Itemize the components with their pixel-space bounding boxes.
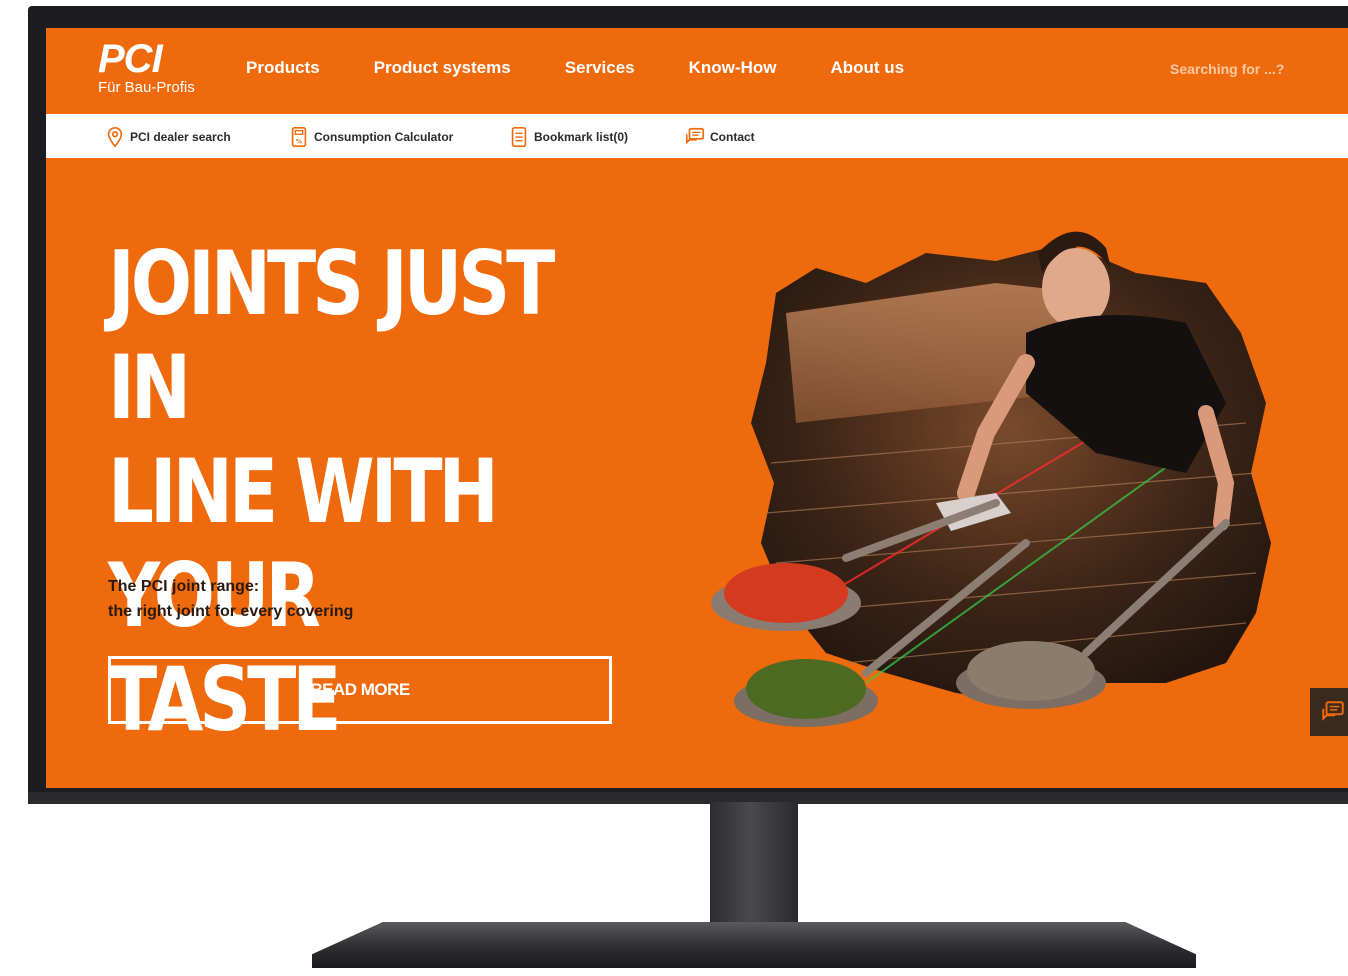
logo-tagline: Für Bau-Profis [98, 79, 195, 96]
main-nav: Products Product systems Services Know-H… [246, 58, 958, 78]
search-input[interactable] [1168, 60, 1348, 78]
contact-link[interactable]: Contact [684, 126, 755, 148]
hero-photo [711, 231, 1271, 727]
calculator-icon: % [291, 127, 307, 147]
hero-subtitle-line-2: the right joint for every covering [108, 603, 354, 620]
hero-subtitle: The PCI joint range: the right joint for… [108, 574, 353, 624]
nav-products[interactable]: Products [246, 58, 320, 78]
website-screen: PCI Für Bau-Profis Products Product syst… [46, 28, 1348, 788]
consumption-calculator-label: Consumption Calculator [314, 130, 454, 144]
top-navigation: PCI Für Bau-Profis Products Product syst… [46, 28, 1348, 114]
chat-bubble-icon [685, 127, 705, 145]
chat-bubble-icon [1322, 701, 1344, 721]
contact-label: Contact [710, 130, 755, 144]
bookmark-list-link[interactable]: Bookmark list(0) [508, 126, 628, 148]
bookmark-list-icon [511, 127, 527, 147]
monitor-stand-base [312, 922, 1196, 968]
monitor-bottom-edge [28, 792, 1348, 804]
nav-services[interactable]: Services [565, 58, 635, 78]
hero-subtitle-line-1: The PCI joint range: [108, 578, 260, 595]
read-more-button[interactable]: READ MORE [108, 656, 612, 724]
bookmark-list-label: Bookmark list(0) [534, 130, 629, 144]
nav-know-how[interactable]: Know-How [689, 58, 777, 78]
nav-about-us[interactable]: About us [830, 58, 904, 78]
location-pin-icon [107, 127, 123, 148]
pci-logo[interactable]: PCI Für Bau-Profis [98, 37, 195, 96]
hero-title-line-1: JOINTS JUST IN [108, 232, 555, 439]
monitor-stand-neck [710, 802, 798, 932]
consumption-calculator-link[interactable]: % Consumption Calculator [288, 126, 453, 148]
utility-bar: PCI dealer search % Consumption Calculat… [46, 114, 1348, 158]
nav-product-systems[interactable]: Product systems [374, 58, 511, 78]
svg-text:%: % [296, 137, 303, 145]
monitor-scene: PCI Für Bau-Profis Products Product syst… [0, 0, 1348, 976]
logo-wordmark: PCI [98, 37, 163, 81]
dealer-search-label: PCI dealer search [130, 130, 231, 144]
floating-contact-button[interactable] [1310, 688, 1348, 736]
dealer-search-link[interactable]: PCI dealer search [104, 126, 231, 148]
